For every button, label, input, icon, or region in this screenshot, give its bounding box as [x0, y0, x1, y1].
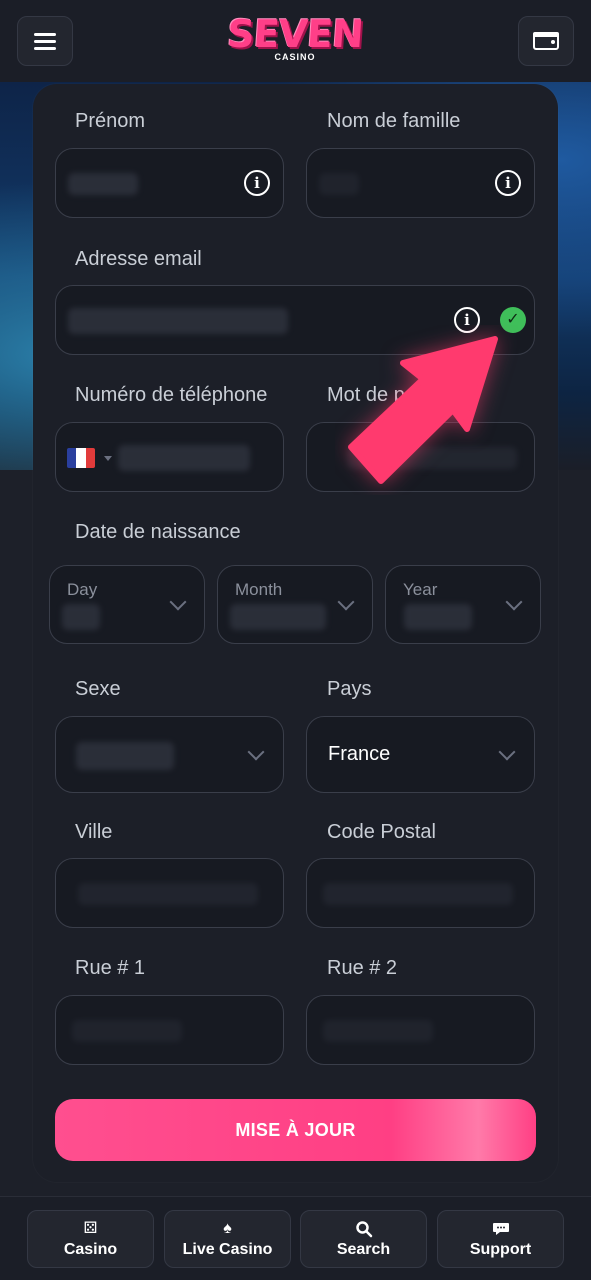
nav-support[interactable]: Support	[437, 1210, 564, 1268]
phone-label: Numéro de téléphone	[75, 384, 268, 406]
menu-button[interactable]	[17, 16, 73, 66]
redacted-value	[230, 604, 326, 630]
logo[interactable]: SEVEN CASINO	[225, 12, 365, 68]
nav-casino-label: Casino	[63, 1240, 118, 1258]
wallet-button[interactable]	[518, 16, 574, 66]
info-icon[interactable]: i	[495, 170, 521, 196]
nav-live-casino[interactable]: ♠ Live Casino	[164, 1210, 291, 1268]
redacted-value	[118, 445, 250, 471]
hamburger-icon	[34, 29, 56, 54]
redacted-value	[323, 1020, 433, 1042]
month-placeholder: Month	[235, 580, 283, 599]
redacted-value	[72, 1020, 182, 1042]
street2-label: Rue # 2	[327, 957, 398, 979]
birth-date-label: Date de naissance	[75, 521, 241, 543]
dice-icon: ⚄	[83, 1219, 98, 1237]
sex-select[interactable]	[55, 716, 284, 793]
nav-search[interactable]: Search	[300, 1210, 427, 1268]
redacted-value	[323, 883, 513, 905]
day-select[interactable]: Day	[49, 565, 205, 644]
redacted-value	[76, 742, 174, 770]
country-label: Pays	[327, 678, 372, 700]
country-value: France	[328, 743, 391, 765]
month-select[interactable]: Month	[217, 565, 373, 644]
chevron-down-icon	[169, 593, 187, 611]
info-icon[interactable]: i	[244, 170, 270, 196]
search-icon	[355, 1220, 373, 1238]
redacted-value	[319, 173, 359, 195]
street1-field[interactable]	[55, 995, 284, 1065]
street2-field[interactable]	[306, 995, 535, 1065]
nav-live-casino-label: Live Casino	[182, 1240, 273, 1258]
wallet-icon	[533, 32, 559, 50]
redacted-value	[404, 604, 472, 630]
logo-text: SEVEN	[225, 12, 365, 56]
update-button[interactable]: MISE À JOUR	[55, 1099, 536, 1161]
street1-label: Rue # 1	[75, 957, 146, 979]
day-placeholder: Day	[67, 580, 98, 599]
nav-casino[interactable]: ⚄ Casino	[27, 1210, 154, 1268]
redacted-value	[68, 173, 138, 195]
nav-support-label: Support	[469, 1240, 532, 1258]
chevron-down-icon	[247, 743, 265, 761]
caret-down-icon[interactable]	[104, 456, 112, 461]
bottom-navigation: ⚄ Casino ♠ Live Casino Search Support	[0, 1196, 591, 1280]
email-label: Adresse email	[75, 248, 202, 270]
chevron-down-icon	[498, 743, 516, 761]
chevron-down-icon	[337, 593, 355, 611]
sex-label: Sexe	[75, 678, 121, 700]
city-label: Ville	[75, 821, 113, 843]
last-name-field[interactable]: i	[306, 148, 535, 218]
postal-code-label: Code Postal	[327, 821, 436, 843]
city-field[interactable]	[55, 858, 284, 928]
redacted-value	[78, 883, 258, 905]
top-header: SEVEN CASINO	[0, 0, 591, 82]
arrow-annotation-shape	[348, 336, 498, 484]
first-name-field[interactable]: i	[55, 148, 284, 218]
redacted-value	[62, 604, 100, 630]
chevron-down-icon	[505, 593, 523, 611]
cards-icon: ♠	[223, 1219, 232, 1237]
year-placeholder: Year	[403, 580, 438, 599]
nav-search-label: Search	[336, 1240, 391, 1258]
redacted-value	[68, 308, 288, 334]
chat-icon	[492, 1220, 510, 1238]
france-flag-icon[interactable]	[67, 448, 95, 468]
arrow-annotation	[335, 325, 525, 495]
last-name-label: Nom de famille	[327, 110, 461, 132]
country-select[interactable]: France	[306, 716, 535, 793]
phone-field[interactable]	[55, 422, 284, 492]
postal-code-field[interactable]	[306, 858, 535, 928]
first-name-label: Prénom	[75, 110, 146, 132]
year-select[interactable]: Year	[385, 565, 541, 644]
